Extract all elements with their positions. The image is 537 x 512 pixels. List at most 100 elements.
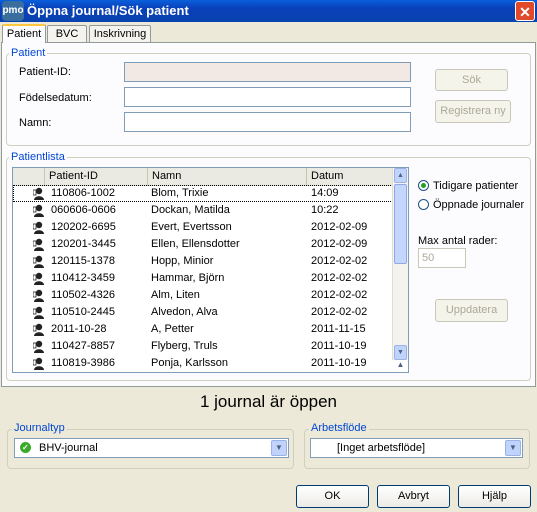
table-row[interactable]: 110819-3986 Ponja, Karlsson 2011-10-19 <box>13 355 393 372</box>
cell-date: 14:09 <box>311 187 339 199</box>
cell-date: 2012-02-02 <box>311 306 368 318</box>
patient-list[interactable]: Patient-ID Namn Datum 110806-1002 Blom, T… <box>12 167 409 373</box>
cell-patient-id: 060606-0606 <box>51 204 116 216</box>
list-header: Patient-ID Namn Datum <box>13 168 393 186</box>
person-icon <box>33 289 44 302</box>
cell-name: Flyberg, Truls <box>151 340 218 352</box>
person-icon <box>33 204 44 217</box>
header-icon-col <box>13 168 45 185</box>
person-icon <box>33 221 44 234</box>
person-icon <box>33 340 44 353</box>
search-button[interactable]: Sök <box>435 69 508 91</box>
cell-date: 2012-02-09 <box>311 238 368 250</box>
birthdate-label: Födelsedatum: <box>19 92 92 104</box>
person-icon <box>33 357 44 370</box>
cell-name: Evert, Evertsson <box>151 221 232 233</box>
cell-name: Blom, Trixie <box>151 187 209 199</box>
radio-opened-journals[interactable] <box>418 199 429 210</box>
table-row[interactable]: 2011-10-28 A, Petter 2011-11-15 <box>13 321 393 338</box>
cell-patient-id: 110502-4326 <box>51 289 116 301</box>
close-button[interactable]: ✕ <box>515 1 535 21</box>
update-button[interactable]: Uppdatera <box>435 299 508 322</box>
patient-id-input[interactable] <box>124 62 411 82</box>
cell-name: Hammar, Björn <box>151 272 225 284</box>
tab-patient[interactable]: Patient <box>2 24 46 43</box>
ok-button[interactable]: OK <box>296 485 369 508</box>
app-icon: pmo <box>2 1 24 21</box>
tab-patient-label: Patient <box>6 28 42 40</box>
workflow-select[interactable]: [Inget arbetsflöde] ▼ <box>310 438 523 458</box>
cell-date: 2011-10-19 <box>311 357 367 369</box>
cell-patient-id: 110427-8857 <box>51 340 116 352</box>
header-name[interactable]: Namn <box>148 168 307 185</box>
table-row[interactable]: 120202-6695 Evert, Evertsson 2012-02-09 <box>13 219 393 236</box>
table-row[interactable]: 110510-2445 Alvedon, Alva 2012-02-02 <box>13 304 393 321</box>
table-row[interactable]: 120201-3445 Ellen, Ellensdotter 2012-02-09 <box>13 236 393 253</box>
cell-date: 2011-11-15 <box>311 323 366 335</box>
person-icon <box>33 306 44 319</box>
cell-name: Alvedon, Alva <box>151 306 218 318</box>
table-row[interactable]: 120115-1378 Hopp, Minior 2012-02-02 <box>13 253 393 270</box>
cell-patient-id: 2011-10-28 <box>51 323 107 335</box>
scroll-corner-up-icon[interactable]: ▲ <box>394 359 407 371</box>
cell-patient-id: 110806-1002 <box>51 187 116 199</box>
patient-id-label: Patient-ID: <box>19 66 71 78</box>
register-new-button[interactable]: Registrera ny <box>435 100 511 123</box>
max-rows-input[interactable]: 50 <box>418 248 466 268</box>
cell-date: 2011-10-19 <box>311 340 367 352</box>
table-row[interactable]: 110502-4326 Alm, Liten 2012-02-02 <box>13 287 393 304</box>
cell-name: Dockan, Matilda <box>151 204 230 216</box>
person-icon <box>33 255 44 268</box>
tab-bvc-label: BVC <box>55 28 79 40</box>
workflow-value: [Inget arbetsflöde] <box>337 442 426 454</box>
cell-name: Hopp, Minior <box>151 255 214 267</box>
cell-name: Alm, Liten <box>151 289 200 301</box>
max-rows-label: Max antal rader: <box>418 235 498 247</box>
cell-name: Ponja, Karlsson <box>151 357 229 369</box>
chevron-down-icon[interactable]: ▼ <box>505 440 521 456</box>
window-title: Öppna journal/Sök patient <box>27 3 189 18</box>
journal-type-legend: Journaltyp <box>12 422 67 434</box>
patient-group-legend: Patient <box>9 47 48 59</box>
table-row[interactable]: 110427-8857 Flyberg, Truls 2011-10-19 <box>13 338 393 355</box>
cell-patient-id: 110819-3986 <box>51 357 116 369</box>
cell-name: A, Petter <box>151 323 194 335</box>
birthdate-input[interactable] <box>124 87 411 107</box>
person-icon <box>33 238 44 251</box>
tab-inskrivning-label: Inskrivning <box>93 28 147 40</box>
cell-name: Ellen, Ellensdotter <box>151 238 240 250</box>
cell-date: 10:22 <box>311 204 339 216</box>
name-input[interactable] <box>124 112 411 132</box>
name-label: Namn: <box>19 117 52 129</box>
cell-date: 2012-02-09 <box>311 221 368 233</box>
header-patient-id[interactable]: Patient-ID <box>45 168 148 185</box>
radio-previous-label[interactable]: Tidigare patienter <box>433 180 518 192</box>
cell-patient-id: 110510-2445 <box>51 306 116 318</box>
scroll-thumb[interactable] <box>394 184 407 264</box>
cancel-button[interactable]: Avbryt <box>377 485 450 508</box>
tab-bvc[interactable]: BVC <box>47 25 87 42</box>
person-icon <box>33 187 44 200</box>
table-row[interactable]: 060606-0606 Dockan, Matilda 10:22 <box>13 202 393 219</box>
workflow-legend: Arbetsflöde <box>309 422 369 434</box>
status-text: 1 journal är öppen <box>199 392 338 411</box>
radio-opened-label[interactable]: Öppnade journaler <box>433 199 524 211</box>
header-date[interactable]: Datum <box>307 168 393 185</box>
cell-date: 2012-02-02 <box>311 289 368 301</box>
table-row[interactable]: 110806-1002 Blom, Trixie 14:09 <box>13 185 393 202</box>
vertical-scrollbar[interactable]: ▲ ▼ <box>392 168 408 360</box>
journal-type-select[interactable]: ✓ BHV-journal ▼ <box>14 438 289 458</box>
help-button[interactable]: Hjälp <box>458 485 531 508</box>
table-row[interactable]: 110412-3459 Hammar, Björn 2012-02-02 <box>13 270 393 287</box>
chevron-down-icon[interactable]: ▼ <box>271 440 287 456</box>
journal-type-value: BHV-journal <box>39 442 98 454</box>
person-icon <box>33 272 44 285</box>
patient-list-legend: Patientlista <box>9 151 67 163</box>
radio-previous-patients[interactable] <box>418 180 429 191</box>
cell-patient-id: 110412-3459 <box>51 272 116 284</box>
cell-date: 2012-02-02 <box>311 272 368 284</box>
scroll-down-icon[interactable]: ▼ <box>394 345 407 360</box>
cell-patient-id: 120201-3445 <box>51 238 116 250</box>
scroll-up-icon[interactable]: ▲ <box>394 168 407 183</box>
tab-inskrivning[interactable]: Inskrivning <box>89 25 151 42</box>
